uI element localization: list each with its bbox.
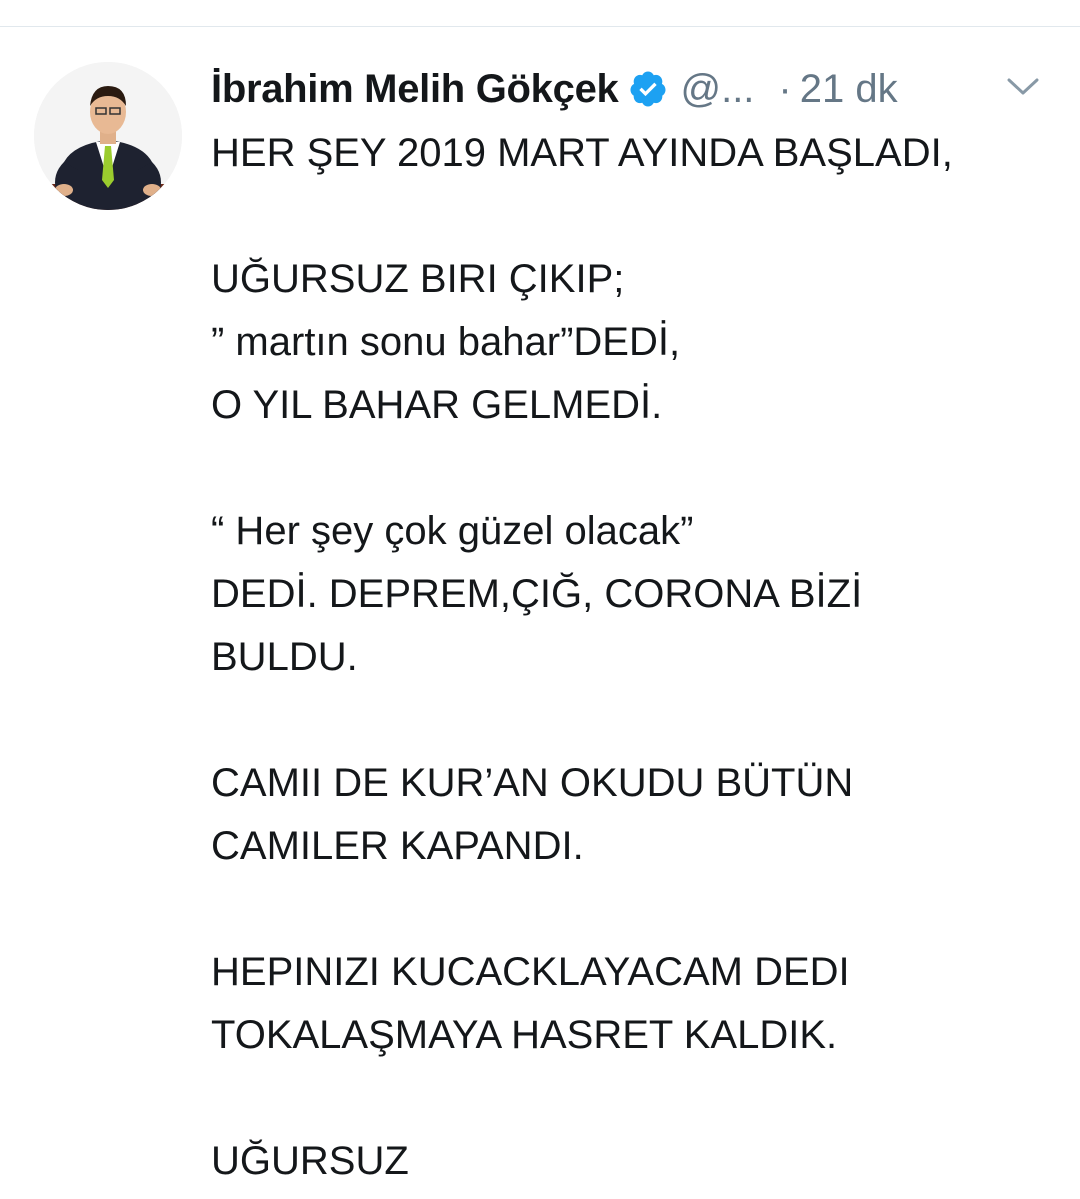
- top-divider: [0, 26, 1080, 27]
- avatar[interactable]: [34, 62, 182, 210]
- tweet-line: TOKALAŞMAYA HASRET KALDIK.: [211, 1013, 838, 1057]
- tweet-line: HER ŞEY 2019 MART AYINDA BAŞLADI,: [211, 131, 953, 175]
- tweet-line: [211, 185, 1056, 248]
- tweet-line: [211, 1067, 1056, 1130]
- tweet-line: [211, 878, 1056, 941]
- tweet-line: [211, 437, 1056, 500]
- tweet-header: İbrahim Melih Gökçek @... · 21 dk: [211, 64, 1056, 114]
- tweet-line: CAMILER KAPANDI.: [211, 824, 584, 868]
- tweet-body: HER ŞEY 2019 MART AYINDA BAŞLADI, UĞURSU…: [211, 122, 1056, 1193]
- tweet-line: DEDİ. DEPREM,ÇIĞ, CORONA BİZİ: [211, 572, 863, 616]
- avatar-photo: [34, 62, 182, 210]
- author-name[interactable]: İbrahim Melih Gökçek: [211, 67, 619, 112]
- separator-dot: ·: [778, 66, 792, 111]
- chevron-down-icon[interactable]: [1003, 74, 1043, 100]
- tweet-line: O YIL BAHAR GELMEDİ.: [211, 383, 663, 427]
- tweet-line: UĞURSUZ: [211, 1139, 409, 1183]
- tweet-timestamp[interactable]: 21 dk: [800, 67, 898, 112]
- tweet-line: CAMII DE KUR’AN OKUDU BÜTÜN: [211, 761, 854, 805]
- tweet-line: [211, 689, 1056, 752]
- tweet-line: ” martın sonu bahar”DEDİ,: [211, 320, 681, 364]
- tweet-line: UĞURSUZ BIRI ÇIKIP;: [211, 257, 625, 301]
- tweet-line: BULDU.: [211, 635, 358, 679]
- tweet-line: HEPINIZI KUCACKLAYACAM DEDI: [211, 950, 850, 994]
- author-handle[interactable]: @...: [680, 67, 754, 112]
- tweet-line: “ Her şey çok güzel olacak”: [211, 509, 694, 553]
- verified-badge-icon: [628, 69, 668, 109]
